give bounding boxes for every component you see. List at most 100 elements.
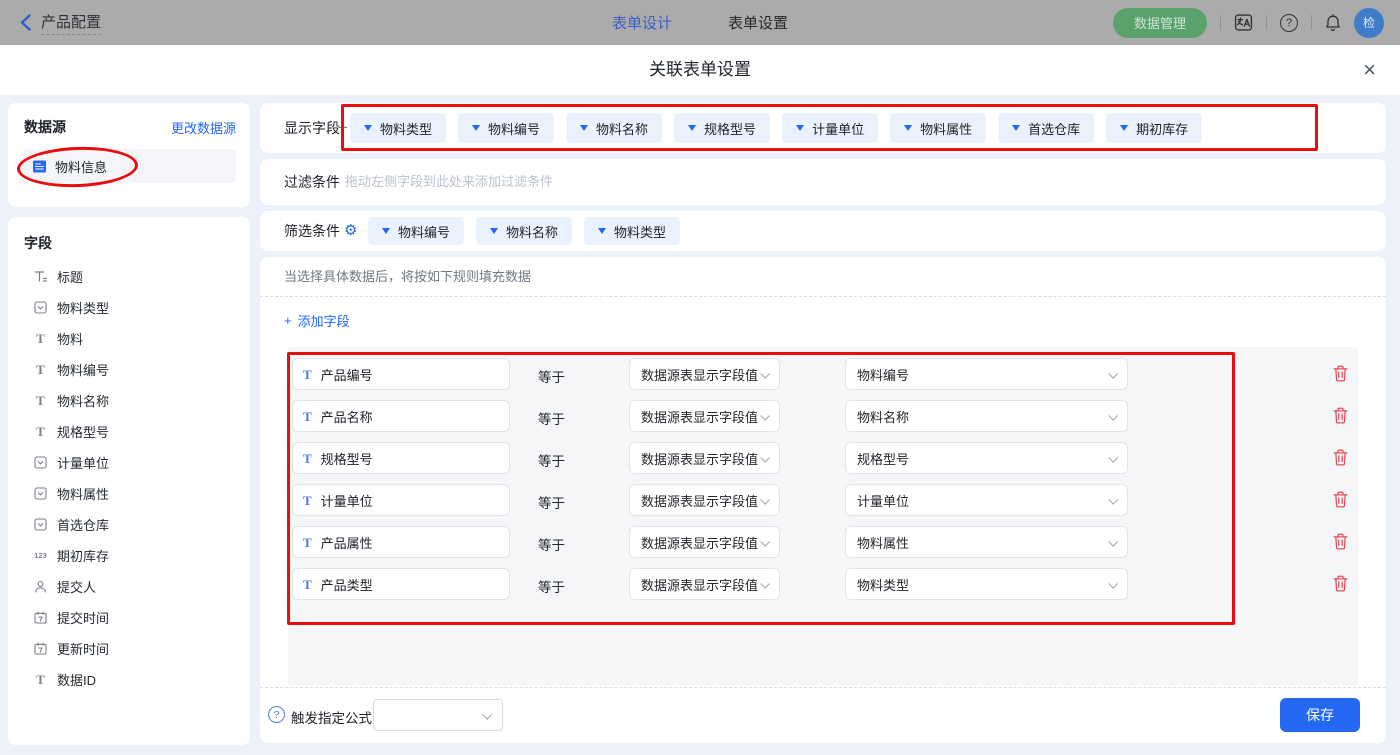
- field-item[interactable]: 计量单位: [8, 447, 250, 478]
- divider: [1266, 15, 1267, 30]
- field-tag[interactable]: 物料属性: [890, 113, 986, 143]
- text-icon: T: [33, 673, 48, 686]
- field-item[interactable]: 提交人: [8, 571, 250, 602]
- modal-title: 关联表单设置: [0, 45, 1400, 95]
- source-field-select[interactable]: 物料属性: [845, 526, 1128, 558]
- field-item[interactable]: T 物料: [8, 323, 250, 354]
- chevron-down-icon: [1108, 578, 1118, 588]
- field-tag[interactable]: 物料编号: [368, 217, 464, 245]
- datasource-item[interactable]: 物料信息: [22, 149, 236, 183]
- field-tag[interactable]: 首选仓库: [998, 113, 1094, 143]
- add-display-field-button[interactable]: +: [338, 103, 348, 153]
- source-field-select[interactable]: 规格型号: [845, 442, 1128, 474]
- change-datasource-link[interactable]: 更改数据源: [171, 118, 236, 137]
- text-icon: T: [303, 452, 312, 465]
- field-item[interactable]: 标题: [8, 261, 250, 292]
- source-field-select[interactable]: 物料编号: [845, 358, 1128, 390]
- fields-panel: 字段 标题 物料类型 T 物料 T 物料编号 T 物料名称 T 规格型号 计量单…: [8, 217, 250, 745]
- target-field-input[interactable]: T计量单位: [292, 484, 510, 516]
- source-type-select[interactable]: 数据源表显示字段值: [629, 484, 780, 516]
- rule-row: T产品属性 等于 数据源表显示字段值 物料属性: [288, 526, 1358, 558]
- delete-rule-button[interactable]: [1333, 407, 1348, 424]
- source-type-select[interactable]: 数据源表显示字段值: [629, 526, 780, 558]
- gear-icon[interactable]: ⚙: [344, 211, 357, 251]
- field-item[interactable]: T 物料编号: [8, 354, 250, 385]
- delete-rule-button[interactable]: [1333, 365, 1348, 382]
- formula-select[interactable]: [373, 699, 503, 731]
- target-field-input[interactable]: T产品名称: [292, 400, 510, 432]
- source-type-select[interactable]: 数据源表显示字段值: [629, 400, 780, 432]
- chevron-down-icon: [760, 410, 770, 420]
- field-item[interactable]: 提交时间: [8, 602, 250, 633]
- data-manage-button[interactable]: 数据管理: [1113, 8, 1207, 38]
- number-icon: 123: [33, 551, 48, 560]
- field-item[interactable]: 物料类型: [8, 292, 250, 323]
- source-type-select[interactable]: 数据源表显示字段值: [629, 568, 780, 600]
- operator-label: 等于: [538, 366, 565, 386]
- tab-form-design[interactable]: 表单设计: [612, 12, 672, 33]
- avatar[interactable]: 检: [1354, 8, 1384, 38]
- delete-rule-button[interactable]: [1333, 533, 1348, 550]
- screen-conditions-label: 筛选条件: [284, 211, 340, 251]
- source-field-select[interactable]: 物料名称: [845, 400, 1128, 432]
- topbar: 产品配置 表单设计 表单设置 数据管理 ? 检: [0, 0, 1400, 45]
- field-tag[interactable]: 物料名称: [476, 217, 572, 245]
- help-icon[interactable]: ?: [1280, 14, 1298, 32]
- source-field-select[interactable]: 物料类型: [845, 568, 1128, 600]
- text-icon: T: [33, 332, 48, 345]
- field-tag[interactable]: 物料编号: [458, 113, 554, 143]
- chevron-down-icon: [1108, 368, 1118, 378]
- field-item[interactable]: T 规格型号: [8, 416, 250, 447]
- source-type-select[interactable]: 数据源表显示字段值: [629, 442, 780, 474]
- delete-rule-button[interactable]: [1333, 449, 1348, 466]
- delete-rule-button[interactable]: [1333, 491, 1348, 508]
- modal-header: 关联表单设置 ×: [0, 45, 1400, 95]
- field-list: 标题 物料类型 T 物料 T 物料编号 T 物料名称 T 规格型号 计量单位 物…: [8, 261, 250, 695]
- calendar-icon: [33, 611, 48, 624]
- field-tag[interactable]: 计量单位: [782, 113, 878, 143]
- tab-form-settings[interactable]: 表单设置: [728, 12, 788, 33]
- trash-icon: [1333, 407, 1348, 424]
- add-field-button[interactable]: + 添加字段: [284, 311, 350, 330]
- fill-hint: 当选择具体数据后，将按如下规则填充数据: [284, 257, 531, 297]
- field-tag[interactable]: 规格型号: [674, 113, 770, 143]
- close-icon[interactable]: ×: [1363, 57, 1376, 83]
- target-field-input[interactable]: T产品编号: [292, 358, 510, 390]
- target-field-input[interactable]: T产品类型: [292, 568, 510, 600]
- field-tag[interactable]: 物料类型: [350, 113, 446, 143]
- field-item[interactable]: 123 期初库存: [8, 540, 250, 571]
- target-field-input[interactable]: T规格型号: [292, 442, 510, 474]
- chevron-down-icon: [760, 452, 770, 462]
- datasource-title: 数据源: [24, 117, 66, 137]
- fields-title: 字段: [24, 233, 52, 253]
- field-tag[interactable]: 物料类型: [584, 217, 680, 245]
- title-icon: [33, 270, 48, 283]
- text-icon: T: [303, 578, 312, 591]
- text-icon: T: [303, 494, 312, 507]
- save-button[interactable]: 保存: [1280, 698, 1360, 732]
- delete-rule-button[interactable]: [1333, 575, 1348, 592]
- field-item[interactable]: T 物料名称: [8, 385, 250, 416]
- bell-icon[interactable]: [1325, 14, 1341, 32]
- field-item[interactable]: T 数据ID: [8, 664, 250, 695]
- formula-help-icon[interactable]: ?: [268, 706, 285, 723]
- filter-row: 过滤条件 拖动左侧字段到此处来添加过滤条件: [260, 159, 1386, 205]
- field-tag[interactable]: 物料名称: [566, 113, 662, 143]
- rules-panel: T产品编号 等于 数据源表显示字段值 物料编号 T产品名称 等于 数据源表显示字…: [288, 347, 1358, 685]
- chevron-down-icon: [1108, 452, 1118, 462]
- user-icon: [33, 580, 48, 593]
- field-item[interactable]: 首选仓库: [8, 509, 250, 540]
- field-item[interactable]: 物料属性: [8, 478, 250, 509]
- field-item[interactable]: 更新时间: [8, 633, 250, 664]
- filter-dropzone[interactable]: 拖动左侧字段到此处来添加过滤条件: [345, 159, 553, 205]
- target-field-input[interactable]: T产品属性: [292, 526, 510, 558]
- text-icon: T: [303, 410, 312, 423]
- translate-icon[interactable]: [1234, 13, 1253, 32]
- triangle-down-icon: [382, 228, 390, 234]
- trash-icon: [1333, 491, 1348, 508]
- field-tag[interactable]: 期初库存: [1106, 113, 1202, 143]
- screen-condition-tags: 物料编号 物料名称 物料类型: [368, 217, 680, 245]
- trigger-formula-label: 触发指定公式: [291, 707, 372, 727]
- source-field-select[interactable]: 计量单位: [845, 484, 1128, 516]
- source-type-select[interactable]: 数据源表显示字段值: [629, 358, 780, 390]
